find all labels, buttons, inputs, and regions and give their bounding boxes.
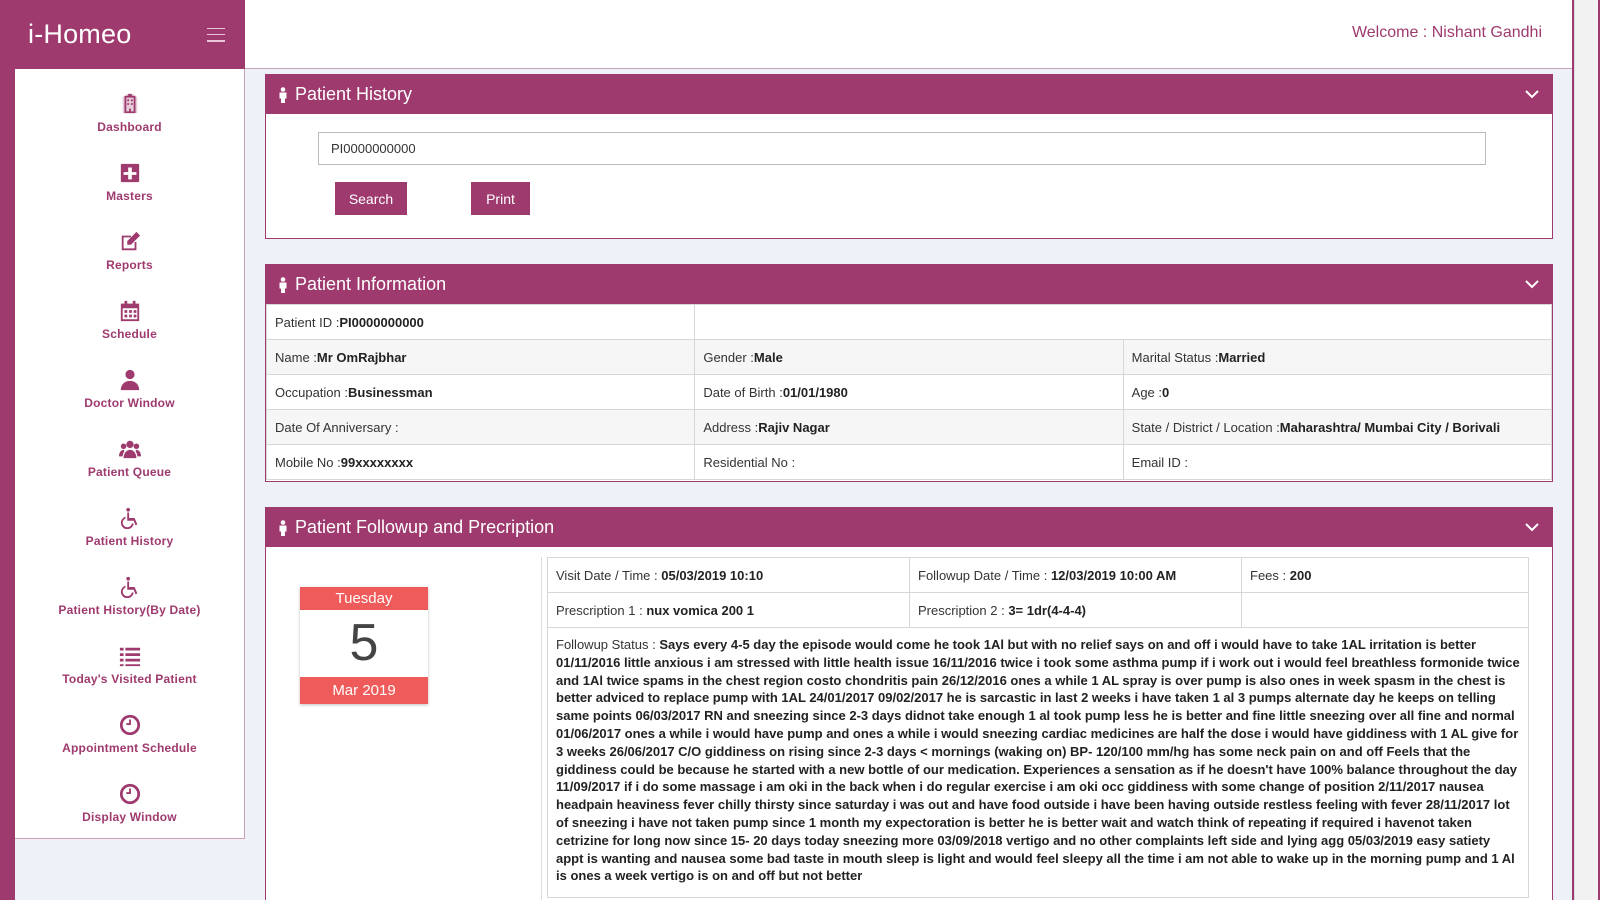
visit-calendar: Tuesday 5 Mar 2019 — [300, 587, 428, 704]
prescription-2-cell: Prescription 2 : 3= 1dr(4-4-4) — [909, 592, 1242, 628]
anniversary-cell: Date Of Anniversary : — [265, 409, 696, 445]
empty-cell — [694, 304, 1552, 340]
sidebar-item-label: Appointment Schedule — [62, 741, 197, 755]
sidebar-item-patient-history-by-date[interactable]: Patient History(By Date) — [15, 562, 244, 631]
patient-id-cell: Patient ID :PI0000000000 — [265, 304, 696, 340]
sidebar-item-dashboard[interactable]: Dashboard — [15, 79, 244, 148]
dob-cell: Date of Birth :01/01/1980 — [694, 374, 1124, 410]
brand-bar: i-Homeo — [15, 0, 245, 69]
sidebar-item-display-window[interactable]: Display Window — [15, 769, 244, 838]
residential-cell: Residential No : — [694, 444, 1124, 480]
followup-status: Followup Status : Says every 4-5 day the… — [547, 628, 1529, 898]
sidebar-item-patient-queue[interactable]: Patient Queue — [15, 424, 244, 493]
users-icon — [118, 440, 141, 459]
panel-title: Patient Followup and Precription — [295, 517, 555, 537]
sidebar-item-label: Masters — [106, 189, 153, 203]
calendar-month-year: Mar 2019 — [300, 677, 428, 704]
visit-date-cell: Visit Date / Time : 05/03/2019 10:10 — [547, 557, 910, 593]
welcome-text: Welcome : Nishant Gandhi — [1351, 24, 1542, 41]
gender-cell: Gender :Male — [694, 339, 1124, 375]
sidebar-item-doctor-window[interactable]: Doctor Window — [15, 355, 244, 424]
patient-followup-panel: Patient Followup and Precription Tuesday… — [265, 507, 1553, 900]
clock-icon — [119, 783, 140, 805]
chevron-down-icon[interactable] — [1524, 86, 1540, 102]
doctor-icon — [120, 369, 139, 391]
patient-followup-header: Patient Followup and Precription — [266, 508, 1552, 547]
sidebar-item-label: Patient Queue — [87, 465, 172, 479]
name-cell: Name :Mr OmRajbhar — [265, 339, 696, 375]
edit-icon — [121, 231, 140, 251]
patient-history-panel: Patient History Search Print — [265, 74, 1553, 239]
calendar-icon — [120, 300, 139, 322]
chevron-down-icon[interactable] — [1524, 276, 1540, 292]
sidebar-item-label: Doctor Window — [84, 396, 175, 410]
followup-date-cell: Followup Date / Time : 12/03/2019 10:00 … — [909, 557, 1242, 593]
brand-title: i-Homeo — [28, 19, 132, 49]
prescription-1-cell: Prescription 1 : nux vomica 200 1 — [547, 592, 910, 628]
left-edge — [0, 0, 15, 900]
followup-details: Visit Date / Time : 05/03/2019 10:10 Fol… — [541, 557, 1529, 900]
list-icon — [119, 647, 140, 667]
sidebar-item-schedule[interactable]: Schedule — [15, 286, 244, 355]
person-icon — [279, 276, 287, 293]
address-cell: Address :Rajiv Nagar — [694, 409, 1124, 445]
patient-history-header: Patient History — [266, 75, 1552, 114]
patient-id-input[interactable] — [318, 132, 1486, 165]
calendar-weekday: Tuesday — [300, 587, 428, 610]
marital-status-cell: Marital Status :Married — [1122, 339, 1553, 375]
sidebar-item-masters[interactable]: Masters — [15, 148, 244, 217]
sidebar-item-reports[interactable]: Reports — [15, 217, 244, 286]
sidebar-item-label: Display Window — [82, 810, 177, 824]
occupation-cell: Occupation :Businessman — [265, 374, 696, 410]
person-icon — [279, 519, 287, 536]
menu-toggle-icon[interactable] — [207, 27, 225, 42]
person-icon — [279, 86, 287, 103]
plus-square-icon — [120, 163, 139, 183]
sidebar-item-label: Reports — [106, 258, 153, 272]
empty-cell — [1241, 592, 1529, 628]
hospital-icon — [122, 93, 137, 114]
chevron-down-icon[interactable] — [1524, 519, 1540, 535]
panel-title: Patient History — [295, 84, 413, 104]
sidebar-item-appointment-schedule[interactable]: Appointment Schedule — [15, 700, 244, 769]
age-cell: Age :0 — [1122, 374, 1553, 410]
sidebar-item-patient-history[interactable]: Patient History — [15, 493, 244, 562]
user-name: Nishant Gandhi — [1431, 24, 1542, 41]
sidebar-item-label: Patient History(By Date) — [58, 603, 201, 617]
email-cell: Email ID : — [1122, 444, 1553, 480]
print-button[interactable]: Print — [471, 182, 530, 215]
scrollbar[interactable] — [1574, 0, 1598, 900]
patient-information-panel: Patient Information Patient ID :PI000000… — [265, 264, 1553, 482]
sidebar: Dashboard Masters Reports Schedule Docto… — [15, 69, 245, 839]
sidebar-item-label: Patient History — [85, 534, 174, 548]
patient-info-table: Patient ID :PI0000000000 Name :Mr OmRajb… — [265, 304, 1553, 480]
patient-information-header: Patient Information — [266, 265, 1552, 304]
wheelchair-icon — [120, 576, 137, 598]
state-cell: State / District / Location :Maharashtra… — [1122, 409, 1553, 445]
sidebar-item-label: Schedule — [102, 327, 157, 341]
sidebar-item-todays-visited[interactable]: Today's Visited Patient — [15, 631, 244, 700]
calendar-day: 5 — [349, 614, 379, 672]
fees-cell: Fees : 200 — [1241, 557, 1529, 593]
panel-title: Patient Information — [295, 274, 447, 294]
followup-table: Visit Date / Time : 05/03/2019 10:10 Fol… — [547, 557, 1529, 628]
search-button[interactable]: Search — [335, 182, 407, 215]
clock-icon — [119, 714, 140, 736]
sidebar-item-label: Today's Visited Patient — [62, 672, 197, 686]
top-bar: Welcome : Nishant Gandhi — [245, 0, 1572, 69]
mobile-cell: Mobile No :99xxxxxxxx — [265, 444, 696, 480]
sidebar-item-label: Dashboard — [97, 120, 162, 134]
wheelchair-icon — [120, 507, 137, 529]
